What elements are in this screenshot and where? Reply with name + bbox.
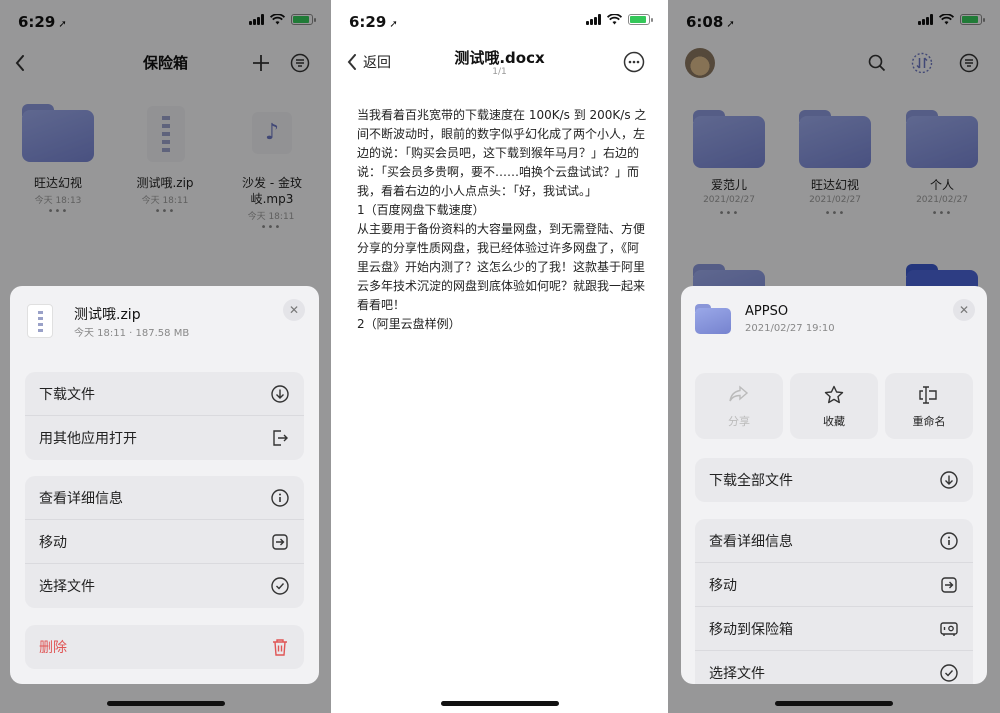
row-label: 查看详细信息 <box>39 490 123 507</box>
paragraph: 从主要用于备份资料的大容量网盘，到无需登陆、方便分享的分享性质网盘，我已经体验过… <box>357 222 646 312</box>
row-label: 查看详细信息 <box>709 533 793 550</box>
info-icon <box>939 531 959 551</box>
share-icon <box>695 385 783 405</box>
home-indicator <box>106 701 225 706</box>
row-label: 删除 <box>39 640 67 656</box>
action-group-danger: 删除 <box>25 625 304 669</box>
phone-panel-document-viewer: 6:29 ➚ 返回 测试哦.docx 1/1 当我看着百兆宽带的下载速度在 100… <box>331 0 668 713</box>
paragraph: 当我看着百兆宽带的下载速度在 100K/s 到 200K/s 之间不断波动时，眼… <box>357 108 647 198</box>
row-label: 选择文件 <box>709 666 765 682</box>
safe-box-icon <box>939 619 959 639</box>
close-icon[interactable]: ✕ <box>283 299 305 321</box>
status-bar: 6:29 ➚ <box>331 0 668 44</box>
select-file-row[interactable]: 选择文件 <box>25 564 304 608</box>
view-details-row[interactable]: 查看详细信息 <box>695 519 973 563</box>
move-row[interactable]: 移动 <box>25 520 304 564</box>
file-action-sheet: 测试哦.zip 今天 18:11 · 187.58 MB ✕ 下载文件 用其他应… <box>10 286 319 684</box>
sheet-file-name: 测试哦.zip <box>74 307 141 323</box>
row-label: 下载全部文件 <box>709 473 793 489</box>
row-label: 选择文件 <box>39 579 95 595</box>
action-group-primary: 下载文件 用其他应用打开 <box>25 372 304 460</box>
open-with-other-app-row[interactable]: 用其他应用打开 <box>25 416 304 460</box>
location-arrow-icon: ➚ <box>389 19 398 30</box>
row-label: 下载文件 <box>39 386 95 403</box>
rename-icon <box>885 385 973 405</box>
sheet-file-meta: 今天 18:11 · 187.58 MB <box>74 328 190 339</box>
download-icon <box>939 470 959 490</box>
sheet-folder-date: 2021/02/27 19:10 <box>745 323 835 334</box>
move-row[interactable]: 移动 <box>695 563 973 607</box>
phone-panel-safe-box: 6:29 ➚ 保险箱 旺达幻视 今天 18:13 ••• 测试哦.zip 今天 1… <box>0 0 331 713</box>
zip-file-icon <box>27 304 53 338</box>
download-file-row[interactable]: 下载文件 <box>25 372 304 416</box>
row-label: 移动到保险箱 <box>709 621 793 638</box>
close-icon[interactable]: ✕ <box>953 299 975 321</box>
delete-row[interactable]: 删除 <box>25 625 304 669</box>
open-external-icon <box>270 428 290 448</box>
home-indicator <box>440 701 559 706</box>
nav-bar: 返回 测试哦.docx <box>331 44 668 84</box>
favorite-button[interactable]: 收藏 <box>790 373 878 439</box>
move-icon <box>270 532 290 552</box>
folder-icon <box>695 304 731 334</box>
sheet-folder-name: APPSO <box>745 304 789 319</box>
cellular-signal-icon <box>586 14 601 25</box>
info-icon <box>270 488 290 508</box>
paragraph: 2（阿里云盘样例） <box>357 317 461 331</box>
check-circle-icon <box>270 576 290 596</box>
action-group-secondary: 查看详细信息 移动 移动到保险箱 选择文件 <box>695 519 973 684</box>
wifi-icon <box>607 14 622 25</box>
battery-icon <box>628 14 653 25</box>
select-file-row[interactable]: 选择文件 <box>695 651 973 684</box>
rename-button[interactable]: 重命名 <box>885 373 973 439</box>
document-title: 测试哦.docx <box>454 49 545 67</box>
home-indicator <box>775 701 893 706</box>
trash-icon <box>270 637 290 657</box>
action-group-secondary: 查看详细信息 移动 选择文件 <box>25 476 304 608</box>
move-icon <box>939 575 959 595</box>
action-label: 分享 <box>728 415 750 428</box>
row-label: 移动 <box>709 577 737 594</box>
row-label: 用其他应用打开 <box>39 431 137 447</box>
view-details-row[interactable]: 查看详细信息 <box>25 476 304 520</box>
status-time: 6:29 <box>349 13 387 31</box>
share-button[interactable]: 分享 <box>695 373 783 439</box>
check-circle-icon <box>939 663 959 683</box>
phone-panel-drive-home: 6:08 ➚ 爱范儿 2021/02/27 ••• 旺达幻视 2021/02/27… <box>668 0 1000 713</box>
folder-action-sheet: APPSO 2021/02/27 19:10 ✕ 分享 收藏 重命名 下载全部文… <box>681 286 987 684</box>
paragraph: 1（百度网盘下载速度） <box>357 203 485 217</box>
page-indicator: 1/1 <box>492 67 507 77</box>
action-label: 重命名 <box>912 415 946 428</box>
row-label: 移动 <box>39 534 67 551</box>
download-icon <box>270 384 290 404</box>
star-icon <box>790 385 878 405</box>
move-to-safe-box-row[interactable]: 移动到保险箱 <box>695 607 973 651</box>
action-group-download: 下载全部文件 <box>695 458 973 502</box>
document-body: 当我看着百兆宽带的下载速度在 100K/s 到 200K/s 之间不断波动时，眼… <box>357 106 648 334</box>
download-all-row[interactable]: 下载全部文件 <box>695 458 973 502</box>
action-label: 收藏 <box>823 415 845 428</box>
